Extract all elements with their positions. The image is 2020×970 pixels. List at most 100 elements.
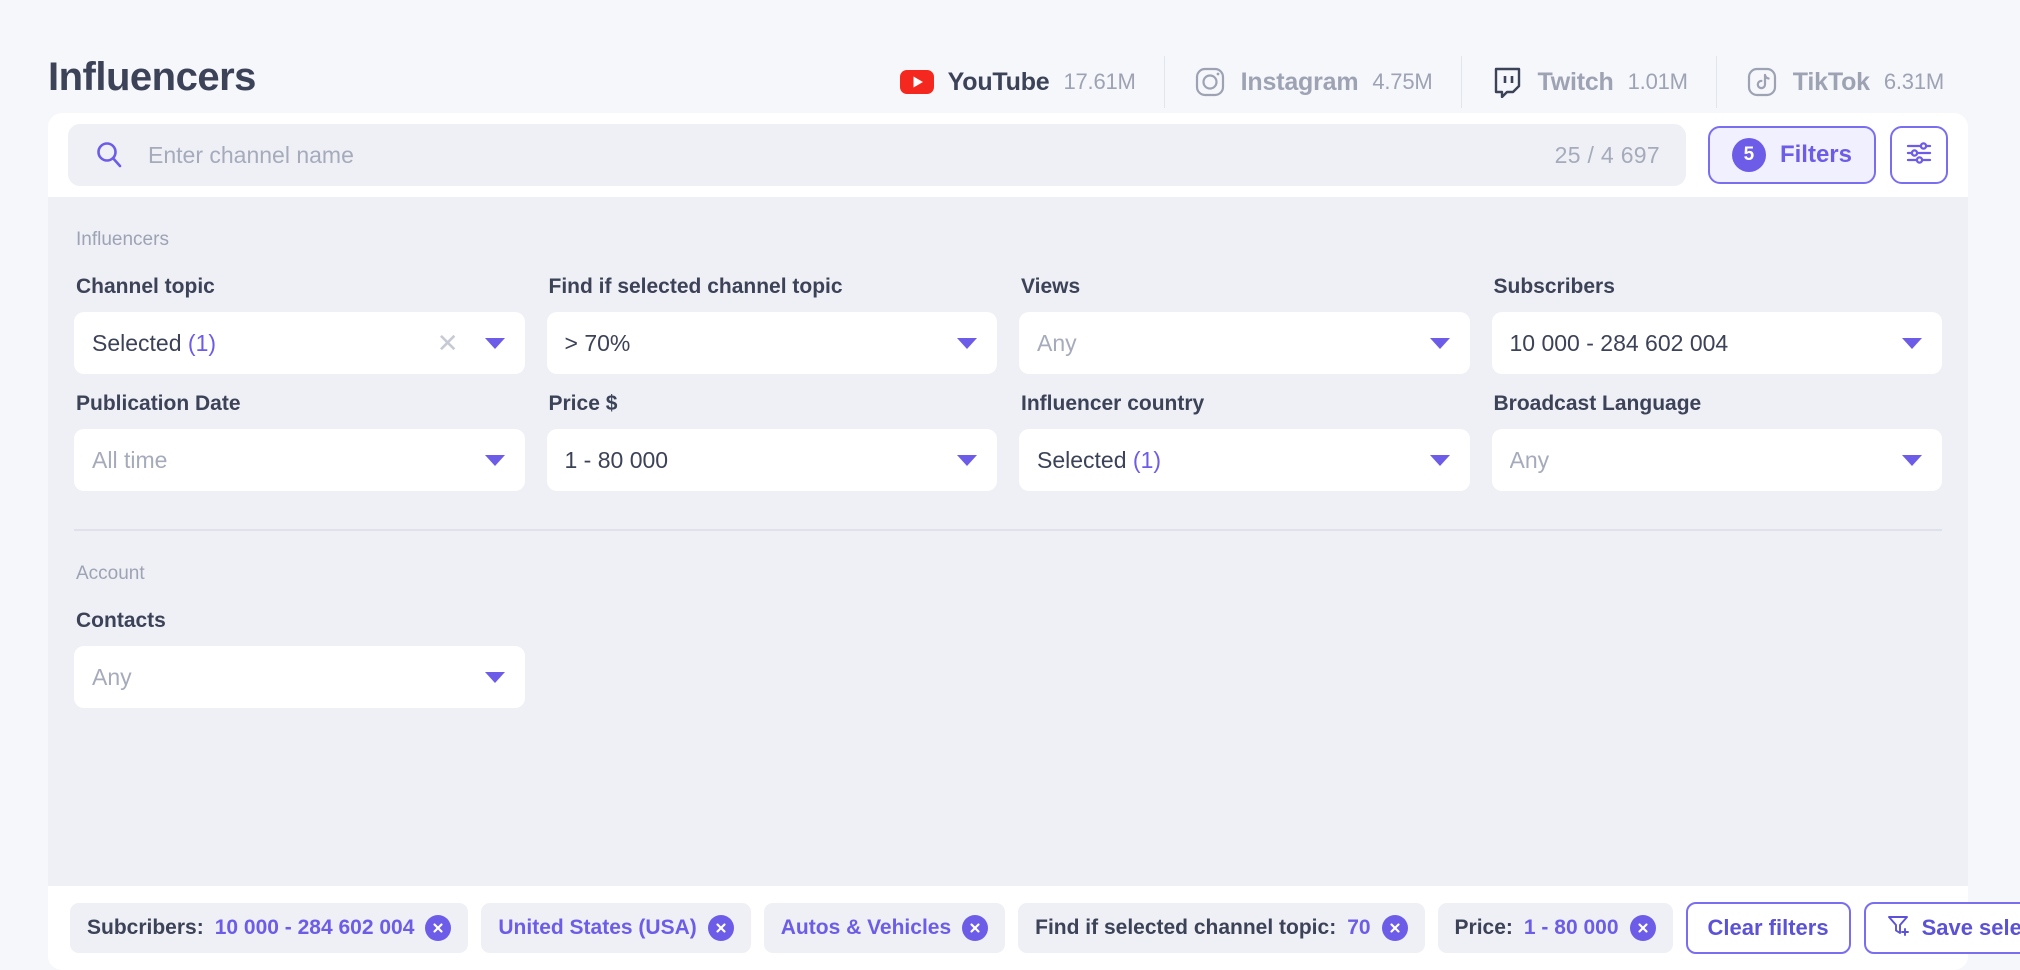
platform-count: 17.61M: [1063, 69, 1135, 95]
field-label: Views: [1019, 275, 1470, 299]
platform-count: 6.31M: [1884, 69, 1944, 95]
filter-field-views: Views Any: [1019, 275, 1470, 374]
chevron-down-icon: [957, 455, 977, 466]
select-value: All time: [92, 447, 485, 474]
chip-value: 70: [1347, 916, 1370, 940]
filter-field-influencer-country: Influencer country Selected (1): [1019, 392, 1470, 491]
sliders-icon: [1904, 138, 1934, 173]
select-find-if-topic[interactable]: > 70%: [547, 312, 998, 374]
select-influencer-country[interactable]: Selected (1): [1019, 429, 1470, 491]
select-value: Any: [1037, 330, 1430, 357]
field-label: Subscribers: [1492, 275, 1943, 299]
twitch-icon: [1490, 65, 1524, 99]
filter-field-broadcast-language: Broadcast Language Any: [1492, 392, 1943, 491]
select-contacts[interactable]: Any: [74, 646, 525, 708]
field-label: Influencer country: [1019, 392, 1470, 416]
filter-chip-find-if-topic[interactable]: Find if selected channel topic: 70: [1018, 903, 1424, 953]
chevron-down-icon: [1430, 455, 1450, 466]
influencer-filters-grid: Channel topic Selected (1) ✕ Find if sel…: [74, 275, 1942, 491]
active-filters-bar: Subcribers: 10 000 - 284 602 004 United …: [48, 886, 1968, 970]
clear-filters-label: Clear filters: [1708, 915, 1829, 941]
search-box[interactable]: 25 / 4 697: [68, 124, 1686, 186]
clear-filters-button[interactable]: Clear filters: [1686, 902, 1851, 954]
tiktok-icon: [1745, 65, 1779, 99]
chip-key: Price:: [1455, 916, 1513, 940]
chevron-down-icon: [1902, 338, 1922, 349]
platform-name: Instagram: [1241, 68, 1359, 97]
chevron-down-icon: [485, 338, 505, 349]
filter-chip-price[interactable]: Price: 1 - 80 000: [1438, 903, 1673, 953]
select-value: > 70%: [565, 330, 958, 357]
filter-settings-button[interactable]: [1890, 126, 1948, 184]
platform-tab-tiktok[interactable]: TikTok 6.31M: [1716, 56, 1972, 108]
select-value: Selected (1): [1037, 447, 1430, 474]
select-channel-topic[interactable]: Selected (1) ✕: [74, 312, 525, 374]
filter-field-channel-topic: Channel topic Selected (1) ✕: [74, 275, 525, 374]
chip-value: United States (USA): [498, 916, 696, 940]
search-icon: [94, 140, 124, 170]
chip-key: Find if selected channel topic:: [1035, 916, 1336, 940]
filter-chip-subscribers[interactable]: Subcribers: 10 000 - 284 602 004: [70, 903, 468, 953]
clear-icon[interactable]: ✕: [437, 330, 459, 356]
field-label: Publication Date: [74, 392, 525, 416]
close-icon[interactable]: [1382, 915, 1408, 941]
close-icon[interactable]: [708, 915, 734, 941]
select-broadcast-language[interactable]: Any: [1492, 429, 1943, 491]
filter-field-publication-date: Publication Date All time: [74, 392, 525, 491]
chevron-down-icon: [1902, 455, 1922, 466]
instagram-icon: [1193, 65, 1227, 99]
page-title: Influencers: [48, 55, 256, 100]
select-value: Any: [1510, 447, 1903, 474]
group-label-influencers: Influencers: [74, 197, 1942, 251]
funnel-plus-icon: [1886, 913, 1910, 943]
filter-chip-topic[interactable]: Autos & Vehicles: [764, 903, 1005, 953]
account-section: Account Contacts Any: [74, 531, 1942, 708]
close-icon[interactable]: [425, 915, 451, 941]
filter-field-price: Price $ 1 - 80 000: [547, 392, 998, 491]
save-selection-label: Save selection: [1922, 915, 2020, 941]
platform-tabs: YouTube 17.61M Instagram 4.75M: [872, 56, 1972, 108]
filters-button-label: Filters: [1780, 141, 1852, 169]
select-value: 1 - 80 000: [565, 447, 958, 474]
close-icon[interactable]: [1630, 915, 1656, 941]
select-value: Any: [92, 664, 485, 691]
chevron-down-icon: [957, 338, 977, 349]
filter-chip-country[interactable]: United States (USA): [481, 903, 750, 953]
chip-key: Subcribers:: [87, 916, 204, 940]
select-value: 10 000 - 284 602 004: [1510, 330, 1903, 357]
filter-field-subscribers: Subscribers 10 000 - 284 602 004: [1492, 275, 1943, 374]
filter-field-contacts: Contacts Any: [74, 609, 525, 708]
platform-name: YouTube: [948, 68, 1050, 97]
chip-value: 10 000 - 284 602 004: [215, 916, 415, 940]
chevron-down-icon: [485, 672, 505, 683]
select-value: Selected (1): [92, 330, 437, 357]
search-input[interactable]: [148, 142, 1535, 169]
platform-tab-twitch[interactable]: Twitch 1.01M: [1461, 56, 1716, 108]
filter-field-find-if-topic: Find if selected channel topic > 70%: [547, 275, 998, 374]
save-selection-button[interactable]: Save selection NEW: [1864, 902, 2020, 954]
platform-tab-instagram[interactable]: Instagram 4.75M: [1164, 56, 1461, 108]
platform-count: 4.75M: [1372, 69, 1432, 95]
group-label-account: Account: [74, 531, 1942, 585]
close-icon[interactable]: [962, 915, 988, 941]
youtube-icon: [900, 65, 934, 99]
field-label: Broadcast Language: [1492, 392, 1943, 416]
filters-count-badge: 5: [1732, 138, 1766, 172]
chevron-down-icon: [1430, 338, 1450, 349]
filter-panel: Influencers Channel topic Selected (1) ✕…: [48, 197, 1968, 886]
platform-tab-youtube[interactable]: YouTube 17.61M: [872, 56, 1164, 108]
search-card: 25 / 4 697 5 Filters: [48, 113, 1968, 197]
result-count: 25 / 4 697: [1535, 142, 1660, 169]
select-views[interactable]: Any: [1019, 312, 1470, 374]
account-filters-grid: Contacts Any: [74, 609, 1942, 708]
page-header: Influencers YouTube 17.61M Instagram 4.7…: [0, 0, 2020, 130]
field-label: Contacts: [74, 609, 525, 633]
select-price[interactable]: 1 - 80 000: [547, 429, 998, 491]
platform-name: TikTok: [1793, 68, 1870, 97]
select-subscribers[interactable]: 10 000 - 284 602 004: [1492, 312, 1943, 374]
field-label: Find if selected channel topic: [547, 275, 998, 299]
chip-value: 1 - 80 000: [1524, 916, 1619, 940]
filters-button[interactable]: 5 Filters: [1708, 126, 1876, 184]
field-label: Price $: [547, 392, 998, 416]
select-publication-date[interactable]: All time: [74, 429, 525, 491]
